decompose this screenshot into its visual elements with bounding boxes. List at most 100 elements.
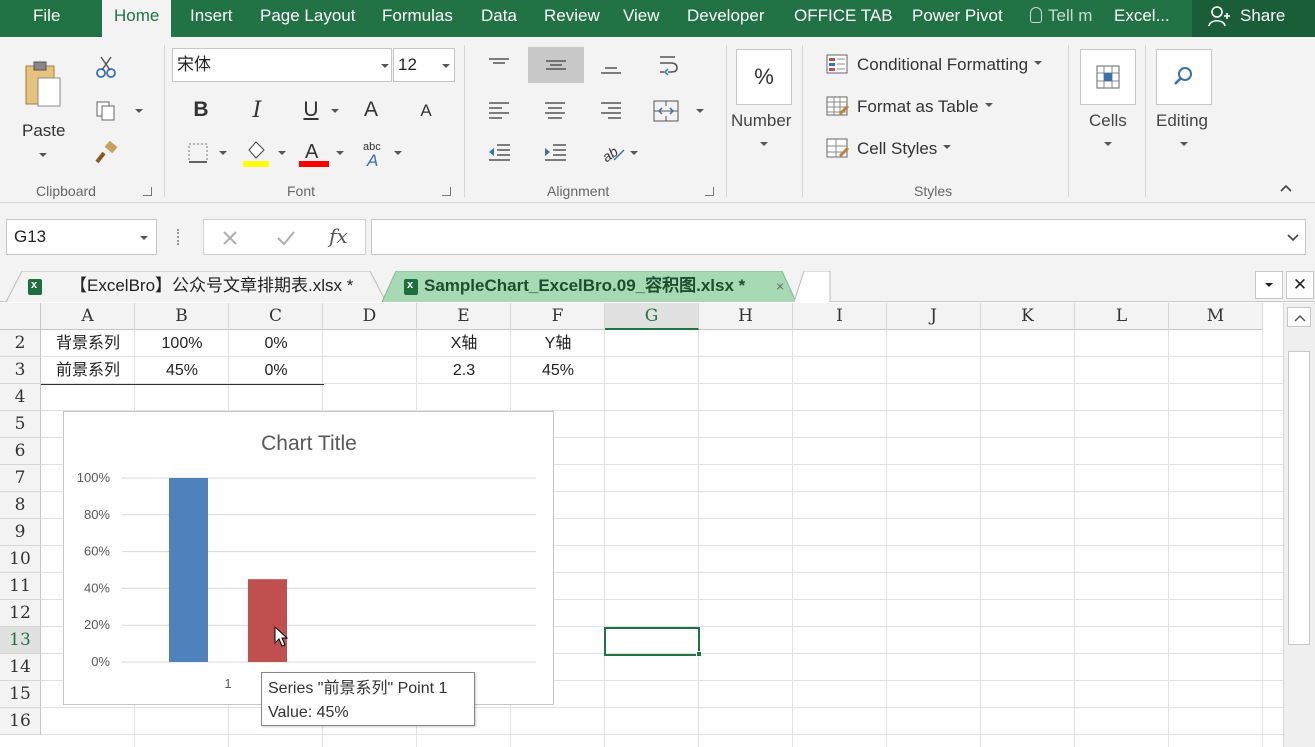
bar-series-1-point-1[interactable] [169, 478, 208, 662]
cells-button[interactable] [1080, 49, 1136, 105]
cell-C2[interactable]: 0% [229, 330, 323, 357]
copy-dropdown-icon[interactable] [135, 109, 143, 113]
scroll-thumb[interactable] [1288, 351, 1310, 645]
column-header-c[interactable]: C [229, 303, 323, 330]
fill-color-button[interactable] [241, 137, 271, 169]
chart[interactable]: Chart Title 0% 20% 40% 60% 80% 100% 1 [63, 411, 554, 705]
row-header-5[interactable]: 5 [0, 411, 41, 438]
row-header-9[interactable]: 9 [0, 519, 41, 546]
font-color-dropdown-icon[interactable] [336, 151, 344, 155]
tab-formulas[interactable]: Formulas [382, 0, 453, 32]
enter-check-icon[interactable] [276, 229, 296, 247]
cell-styles-button[interactable]: Cell Styles [826, 134, 952, 164]
middle-align-button[interactable] [528, 47, 584, 83]
row-header-14[interactable]: 14 [0, 654, 41, 681]
font-size-dropdown-icon[interactable] [442, 64, 450, 68]
row-header-4[interactable]: 4 [0, 384, 41, 411]
formula-input[interactable] [371, 219, 1306, 255]
row-header-12[interactable]: 12 [0, 600, 41, 627]
font-name-select[interactable]: 宋体 [172, 48, 392, 82]
name-box[interactable]: G13 [6, 219, 157, 255]
align-right-button[interactable] [596, 97, 626, 125]
vertical-scrollbar[interactable] [1283, 303, 1315, 747]
cell-B2[interactable]: 100% [135, 330, 229, 357]
center-button[interactable] [540, 97, 570, 125]
align-left-button[interactable] [484, 97, 514, 125]
cell-F2[interactable]: Y轴 [511, 330, 605, 357]
workbook-tab[interactable]: 【ExcelBro】公众号文章排期表.xlsx * [6, 270, 386, 302]
decrease-indent-button[interactable] [484, 139, 514, 167]
column-header-e[interactable]: E [417, 303, 511, 330]
top-align-button[interactable] [484, 51, 514, 77]
tab-developer[interactable]: Developer [687, 0, 765, 32]
row-header-6[interactable]: 6 [0, 438, 41, 465]
tab-power-pivot[interactable]: Power Pivot [912, 0, 1003, 32]
column-header-l[interactable]: L [1075, 303, 1169, 330]
close-workbook-icon[interactable]: ✕ [1286, 271, 1314, 299]
close-tab-icon[interactable]: × [776, 271, 784, 301]
editing-dropdown-icon[interactable] [1180, 142, 1188, 146]
row-header-13[interactable]: 13 [0, 627, 41, 654]
column-header-d[interactable]: D [323, 303, 417, 330]
row-header-11[interactable]: 11 [0, 573, 41, 600]
copy-button[interactable] [92, 97, 120, 125]
expand-formula-bar-icon[interactable] [1286, 233, 1300, 243]
cell-E2[interactable]: X轴 [417, 330, 511, 357]
font-color-button[interactable]: A [298, 137, 330, 169]
bar-series-2-point-1[interactable] [248, 579, 287, 662]
grow-font-button[interactable]: A [356, 95, 386, 125]
bold-button[interactable]: B [186, 95, 216, 125]
fill-handle[interactable] [696, 651, 702, 657]
orientation-dropdown-icon[interactable] [630, 151, 638, 155]
clipboard-launcher-icon[interactable] [143, 187, 152, 196]
name-box-dropdown-icon[interactable] [140, 236, 148, 240]
cell-A3[interactable]: 前景系列 [41, 357, 135, 384]
fill-color-dropdown-icon[interactable] [278, 151, 286, 155]
bottom-align-button[interactable] [596, 55, 626, 81]
cell-F3[interactable]: 45% [511, 357, 605, 384]
row-header-15[interactable]: 15 [0, 681, 41, 708]
column-header-k[interactable]: K [981, 303, 1075, 330]
row-header-2[interactable]: 2 [0, 330, 41, 357]
borders-dropdown-icon[interactable] [219, 151, 227, 155]
tell-me-box[interactable]: Tell m [1030, 0, 1092, 32]
editing-button[interactable] [1156, 49, 1212, 105]
font-name-dropdown-icon[interactable] [381, 64, 389, 68]
paste-dropdown-icon[interactable] [39, 153, 47, 157]
font-launcher-icon[interactable] [442, 187, 451, 196]
phonetic-dropdown-icon[interactable] [394, 151, 402, 155]
tab-insert[interactable]: Insert [190, 0, 233, 32]
worksheet-grid[interactable]: ABCDEFGHIJKLM 2 3 4 5 6 7 8 9 10 11 12 13 14 15 16 背景系… [0, 303, 1315, 747]
tab-data[interactable]: Data [481, 0, 517, 32]
column-header-g[interactable]: G [605, 303, 699, 330]
row-header-16[interactable]: 16 [0, 708, 41, 735]
orientation-button[interactable]: ab [598, 139, 628, 167]
column-header-b[interactable]: B [135, 303, 229, 330]
tab-view[interactable]: View [623, 0, 660, 32]
scroll-up-button[interactable] [1287, 307, 1311, 327]
format-painter-button[interactable] [92, 139, 120, 167]
formula-bar-grip[interactable] [177, 229, 180, 245]
number-format-button[interactable]: % [736, 49, 792, 105]
wrap-text-button[interactable] [654, 51, 684, 79]
row-header-10[interactable]: 10 [0, 546, 41, 573]
tab-office-tab[interactable]: OFFICE TAB [794, 0, 893, 32]
conditional-formatting-button[interactable]: Conditional Formatting [826, 50, 1043, 80]
tab-home[interactable]: Home [102, 0, 172, 37]
underline-button[interactable]: U [296, 95, 326, 125]
alignment-launcher-icon[interactable] [705, 187, 714, 196]
insert-function-icon[interactable]: fx [329, 224, 348, 248]
workbook-tab-active[interactable]: SampleChart_ExcelBro.09_容积图.xlsx * × [382, 270, 796, 302]
shrink-font-button[interactable]: A [412, 97, 440, 125]
merge-dropdown-icon[interactable] [696, 109, 704, 113]
tab-list-button[interactable] [1255, 271, 1283, 299]
number-dropdown-icon[interactable] [760, 142, 768, 146]
menu-file[interactable]: File [33, 0, 60, 32]
cut-button[interactable] [92, 53, 120, 81]
italic-button[interactable]: I [242, 95, 272, 125]
increase-indent-button[interactable] [540, 139, 570, 167]
column-header-j[interactable]: J [887, 303, 981, 330]
underline-dropdown-icon[interactable] [331, 109, 339, 113]
tab-page-layout[interactable]: Page Layout [260, 0, 355, 32]
cell-C3[interactable]: 0% [229, 357, 323, 384]
